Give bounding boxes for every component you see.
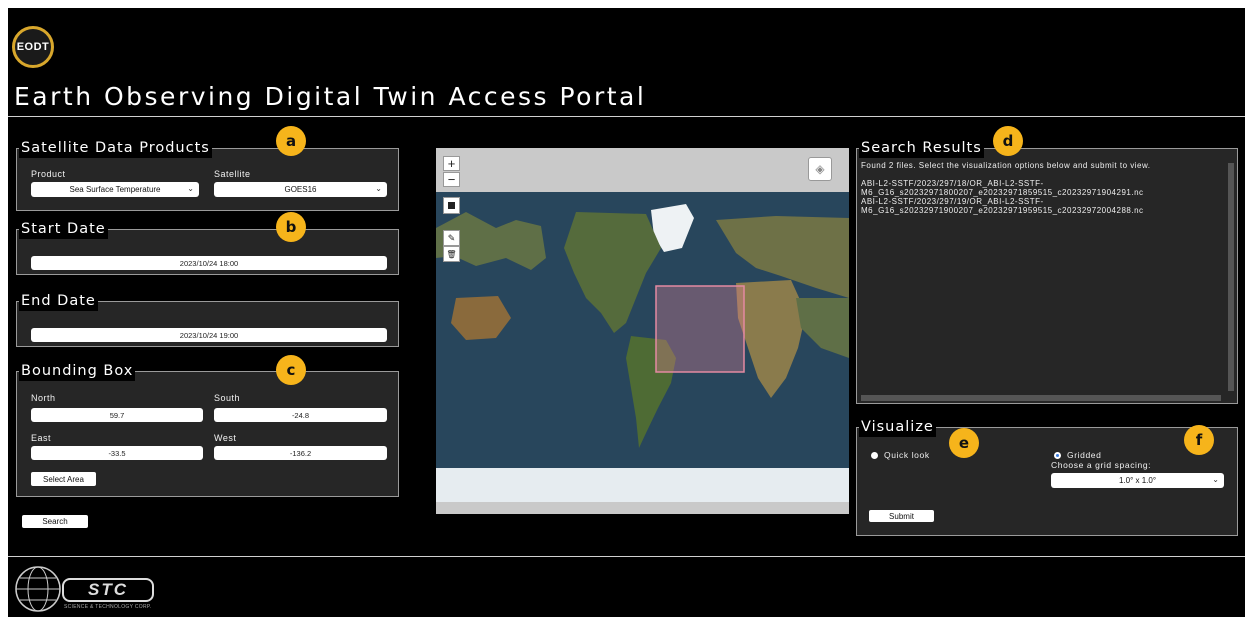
header-divider [8,116,1245,117]
results-horizontal-scrollbar[interactable] [861,395,1221,401]
grid-spacing-select[interactable]: 1.0° x 1.0° ⌄ [1051,473,1224,488]
end-date-input[interactable]: 2023/10/24 19:00 [31,328,387,342]
chevron-down-icon: ⌄ [1212,475,1219,484]
west-input[interactable]: -136.2 [214,446,387,460]
submit-button[interactable]: Submit [869,510,934,522]
west-label: West [214,433,237,443]
satellite-products-panel: Satellite Data Products Product Sea Surf… [16,138,399,211]
app-root: EODT Earth Observing Digital Twin Access… [8,8,1245,617]
start-date-legend: Start Date [19,219,108,239]
start-date-input[interactable]: 2023/10/24 18:00 [31,256,387,270]
satellite-products-legend: Satellite Data Products [19,138,212,158]
annotation-badge-b: b [276,212,306,242]
chevron-down-icon: ⌄ [187,184,194,193]
product-label: Product [31,169,66,179]
chevron-down-icon: ⌄ [375,184,382,193]
visualize-panel: Visualize Quick look Gridded Choose a gr… [856,417,1238,536]
eodt-logo-text: EODT [16,41,50,53]
trash-icon: 🗑 [446,249,457,259]
grid-spacing-label: Choose a grid spacing: [1051,460,1152,470]
quick-look-label: Quick look [884,450,930,460]
radio-unchecked-icon [871,451,878,459]
search-results-text: Found 2 files. Select the visualization … [861,161,1151,215]
annotation-badge-e: e [949,428,979,458]
annotation-badge-d: d [993,126,1023,156]
zoom-in-button[interactable]: + [443,156,460,171]
stc-logo: STC SCIENCE & TECHNOLOGY CORP. [10,564,170,614]
end-date-panel: End Date 2023/10/24 19:00 [16,291,399,347]
rectangle-icon [448,202,455,209]
results-vertical-scrollbar[interactable] [1228,163,1234,391]
east-label: East [31,433,52,443]
satellite-label: Satellite [214,169,251,179]
gridded-radio[interactable]: Gridded [1054,450,1101,460]
footer-divider [8,556,1245,557]
quick-look-radio[interactable]: Quick look [871,450,930,460]
zoom-out-button[interactable]: − [443,172,460,187]
edit-layers-button[interactable]: ✎ [443,230,460,246]
grid-spacing-value: 1.0° x 1.0° [1118,476,1157,485]
stc-logo-subtext: SCIENCE & TECHNOLOGY CORP. [64,604,152,610]
annotation-badge-a: a [276,126,306,156]
search-button[interactable]: Search [22,515,88,528]
satellite-select-value: GOES16 [284,185,317,194]
bounding-box-legend: Bounding Box [19,361,136,381]
delete-layers-button[interactable]: 🗑 [443,246,460,262]
eodt-logo: EODT [12,26,54,68]
product-select-value: Sea Surface Temperature [69,185,161,194]
south-label: South [214,393,241,403]
radio-checked-icon [1054,451,1061,459]
draw-rectangle-button[interactable] [443,197,460,214]
layers-control-button[interactable]: ◈ [808,157,832,181]
satellite-select[interactable]: GOES16 ⌄ [214,182,387,197]
visualize-legend: Visualize [859,417,936,437]
search-results-legend: Search Results [859,138,984,158]
stc-logo-text: STC [62,578,154,602]
world-map[interactable] [436,148,849,514]
gridded-label: Gridded [1067,450,1102,460]
globe-icon [15,566,61,612]
annotation-badge-f: f [1184,425,1214,455]
east-input[interactable]: -33.5 [31,446,203,460]
edit-icon: ✎ [447,232,456,243]
end-date-legend: End Date [19,291,98,311]
layers-icon: ◈ [815,162,825,176]
start-date-panel: Start Date 2023/10/24 18:00 [16,219,399,275]
annotation-badge-c: c [276,355,306,385]
page-title: Earth Observing Digital Twin Access Port… [14,82,647,111]
north-input[interactable]: 59.7 [31,408,203,422]
map-view[interactable]: + − ✎ 🗑 ◈ [436,148,849,514]
product-select[interactable]: Sea Surface Temperature ⌄ [31,182,199,197]
south-input[interactable]: -24.8 [214,408,387,422]
select-area-button[interactable]: Select Area [31,472,96,486]
north-label: North [31,393,56,403]
search-results-panel: Search Results Found 2 files. Select the… [856,138,1238,404]
bounding-box-panel: Bounding Box North 59.7 South -24.8 East… [16,361,399,497]
